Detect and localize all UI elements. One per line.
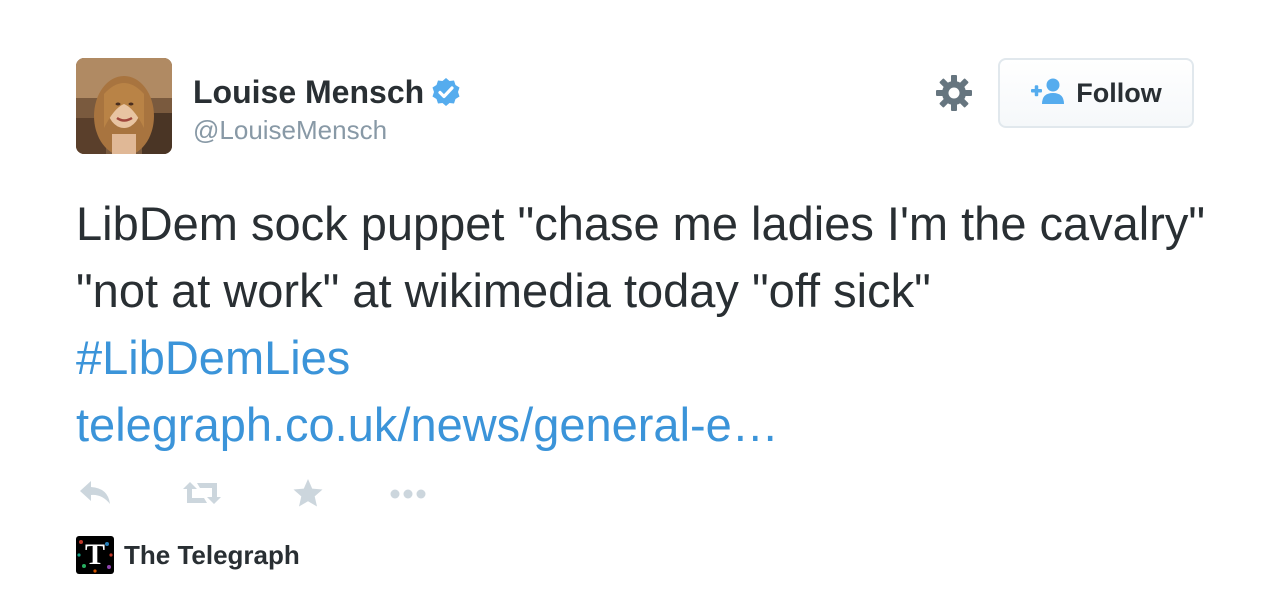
tweet-card: Louise Mensch @LouiseMensch Follow LibDe… (0, 0, 1270, 600)
hashtag-link[interactable]: #LibDemLies (76, 331, 350, 384)
author-name-row[interactable]: Louise Mensch (193, 72, 462, 117)
follow-button[interactable]: Follow (998, 58, 1194, 128)
favorite-icon[interactable] (292, 478, 324, 513)
url-link[interactable]: telegraph.co.uk/news/general-e… (76, 398, 779, 451)
telegraph-logo-icon: T (76, 536, 114, 574)
more-icon[interactable] (388, 478, 428, 513)
telegraph-logo-glyph: T (84, 538, 105, 571)
add-user-icon (1030, 77, 1065, 110)
author-handle[interactable]: @LouiseMensch (193, 113, 387, 147)
tweet-body-text: LibDem sock puppet "chase me ladies I'm … (76, 197, 1206, 317)
source-name[interactable]: The Telegraph (124, 540, 300, 571)
gear-icon[interactable] (935, 74, 973, 112)
card-source[interactable]: T The Telegraph (76, 536, 300, 574)
retweet-icon[interactable] (182, 478, 222, 513)
avatar[interactable] (76, 58, 172, 154)
tweet-text: LibDem sock puppet "chase me ladies I'm … (76, 190, 1216, 458)
author-name[interactable]: Louise Mensch (193, 74, 424, 110)
avatar-image (76, 58, 172, 154)
reply-icon[interactable] (78, 478, 112, 513)
verified-badge-icon (430, 76, 462, 117)
follow-label: Follow (1076, 77, 1162, 108)
